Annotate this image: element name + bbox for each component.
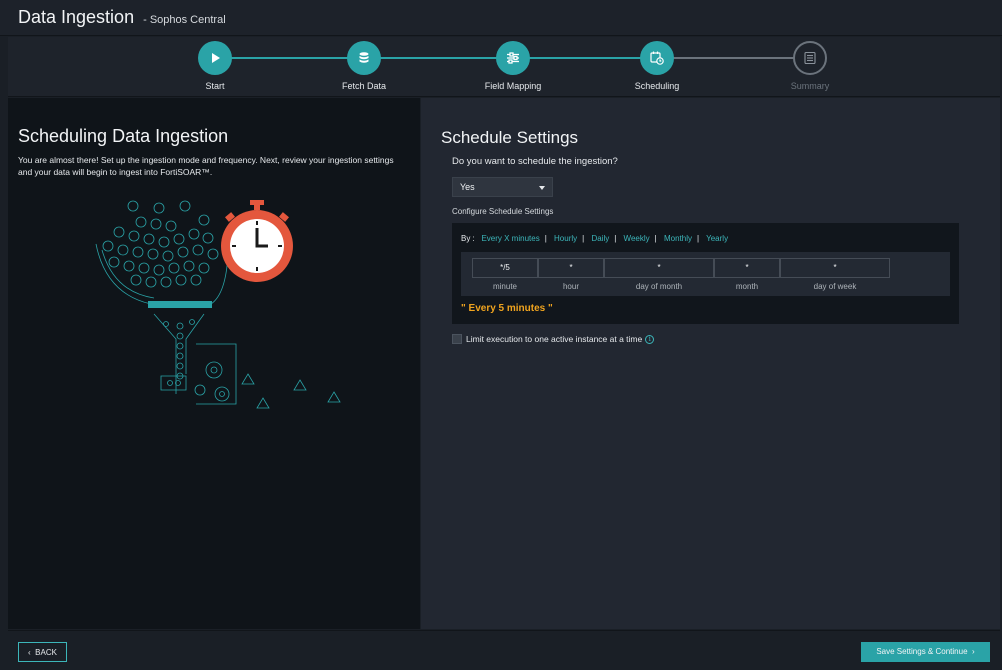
configure-schedule-label: Configure Schedule Settings [452, 207, 554, 216]
schedule-toggle-select[interactable]: Yes [452, 177, 553, 197]
step-label: Start [205, 81, 225, 91]
intro-panel: Scheduling Data Ingestion You are almost… [8, 98, 420, 629]
wizard-stepper: Start Fetch Data Field Mapping Schedulin… [8, 37, 1000, 97]
schedule-select-value: Yes [460, 182, 475, 192]
limit-execution-row: Limit execution to one active instance a… [452, 334, 655, 344]
step-fetch-data[interactable]: Fetch Data [309, 41, 419, 91]
option-yearly[interactable]: Yearly [706, 234, 728, 243]
step-start[interactable]: Start [160, 41, 270, 91]
separator: | [582, 234, 585, 243]
step-label: Fetch Data [341, 81, 387, 91]
option-every-x-minutes[interactable]: Every X minutes [481, 234, 539, 243]
title-bar: Data Ingestion - Sophos Central [0, 0, 1002, 36]
info-icon[interactable]: i [645, 334, 655, 344]
frequency-options: By : Every X minutes | Hourly | Daily | Wee… [461, 234, 728, 243]
limit-execution-label: Limit execution to one active instance a… [466, 334, 643, 344]
save-settings-continue-button[interactable]: Save Settings & Continue › [861, 642, 990, 662]
save-button-label: Save Settings & Continue [876, 647, 968, 656]
funnel-stopwatch-illustration [95, 200, 341, 409]
chevron-right-icon: › [971, 647, 975, 656]
option-hourly[interactable]: Hourly [554, 234, 577, 243]
cron-minute-field[interactable]: */5 [472, 258, 538, 278]
cron-day-of-week-field[interactable]: * [780, 258, 890, 278]
page-title: Data Ingestion - Sophos Central [18, 7, 226, 28]
option-weekly[interactable]: Weekly [624, 234, 650, 243]
step-label: Summary [790, 81, 830, 91]
chevron-left-icon: ‹ [28, 648, 31, 657]
option-monthly[interactable]: Monthly [664, 234, 692, 243]
by-label: By : [461, 234, 475, 243]
option-daily[interactable]: Daily [591, 234, 609, 243]
cron-day-of-month-field[interactable]: * [604, 258, 714, 278]
cron-month-label: month [735, 282, 759, 291]
database-icon [347, 41, 381, 75]
sliders-icon [496, 41, 530, 75]
schedule-settings-panel: Schedule Settings Do you want to schedul… [421, 98, 1000, 629]
page-subtitle: - Sophos Central [143, 14, 226, 26]
calendar-clock-icon [640, 41, 674, 75]
step-summary[interactable]: Summary [755, 41, 865, 91]
step-scheduling[interactable]: Scheduling [602, 41, 712, 91]
intro-description: You are almost there! Set up the ingesti… [18, 155, 394, 177]
cron-expression-row: */5 * * * * minute hour day of month mon… [461, 252, 950, 296]
separator: | [614, 234, 617, 243]
cron-minute-label: minute [492, 282, 517, 291]
schedule-question: Do you want to schedule the ingestion? [452, 156, 618, 167]
cron-day-of-month-label: day of month [635, 282, 683, 291]
cron-summary-text: " Every 5 minutes " [461, 303, 553, 314]
cron-day-of-week-label: day of week [813, 282, 857, 291]
cron-hour-label: hour [562, 282, 579, 291]
intro-title: Scheduling Data Ingestion [18, 126, 229, 146]
step-label: Field Mapping [484, 81, 542, 91]
separator: | [696, 234, 700, 243]
back-button-label: BACK [35, 648, 57, 657]
schedule-config-box: By : Every X minutes | Hourly | Daily | Wee… [452, 223, 959, 324]
cron-hour-field[interactable]: * [538, 258, 604, 278]
step-field-mapping[interactable]: Field Mapping [458, 41, 568, 91]
page-title-text: Data Ingestion [18, 7, 135, 27]
play-icon [198, 41, 232, 75]
back-button[interactable]: ‹ BACK [18, 642, 67, 662]
caret-down-icon [539, 186, 545, 190]
document-list-icon [793, 41, 827, 75]
separator: | [544, 234, 547, 243]
wizard-footer: ‹ BACK Save Settings & Continue › [8, 630, 1000, 670]
cron-month-field[interactable]: * [714, 258, 780, 278]
schedule-settings-title: Schedule Settings [441, 128, 579, 147]
limit-execution-checkbox[interactable] [452, 334, 462, 344]
step-label: Scheduling [634, 81, 680, 91]
stepper-progress-line [223, 57, 665, 59]
separator: | [654, 234, 657, 243]
